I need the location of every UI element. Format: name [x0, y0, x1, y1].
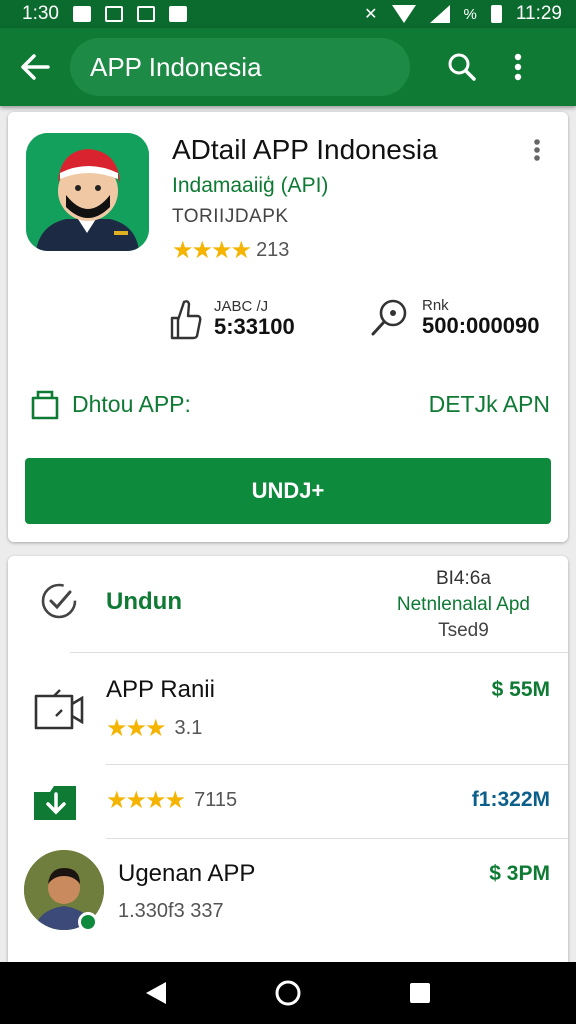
list-title: Undun	[106, 588, 182, 615]
item-size: f1:322M	[471, 788, 550, 811]
app-notification-icon	[136, 6, 155, 22]
gallery-notification-icon	[104, 6, 123, 22]
triangle-back-icon	[146, 982, 166, 1004]
rating-count: 213	[256, 239, 290, 261]
magnifier-icon	[371, 299, 407, 336]
app-title: ADtail APP Indonesia	[172, 134, 438, 165]
nav-back-button[interactable]	[136, 973, 176, 1013]
thumbs-up-icon	[170, 300, 202, 340]
divider	[70, 652, 568, 653]
stat-rank: Rnk 500:000090	[370, 298, 539, 338]
detail-row: Dhtou APP: DETJk APN	[30, 388, 550, 420]
battery-percent: %	[463, 5, 477, 23]
item-rating: ★★★ 3.1	[106, 714, 202, 743]
app-info-label: Dhtou APP:	[72, 390, 191, 417]
stat-label: Rnk	[422, 297, 449, 314]
search-field[interactable]: APP Indonesia	[70, 38, 410, 96]
tablet-cast-icon	[34, 689, 84, 730]
nav-home-button[interactable]	[268, 973, 308, 1013]
nav-recents-button[interactable]	[400, 973, 440, 1013]
header-info-line1: BI4:6a	[435, 568, 491, 589]
app-logo	[26, 133, 149, 251]
stat-downloads: JABC /J 5:33100	[168, 298, 295, 340]
star-rating: ★★★★	[106, 787, 186, 814]
wifi-icon	[391, 5, 416, 23]
star-rating: ★★★★	[172, 237, 252, 264]
photo-notification-icon	[72, 6, 91, 22]
arrow-left-icon	[21, 54, 50, 80]
list-item[interactable]: Ugenan APP 1.330f3 337 $ 3PM	[8, 840, 568, 940]
shopping-bag-icon	[31, 390, 59, 420]
item-rating: 1.330f3 337	[118, 900, 224, 923]
stat-label: JABC /J	[214, 298, 269, 315]
status-left: 1:30	[22, 3, 187, 25]
status-time-left: 1:30	[22, 3, 59, 24]
square-recents-icon	[410, 983, 430, 1003]
more-vertical-icon	[514, 53, 522, 81]
person-avatar-icon	[26, 133, 149, 251]
app-overflow-button[interactable]	[533, 138, 541, 167]
list-header-info[interactable]: BI4:6a Netnlenalal Apd Tsed9	[397, 566, 530, 644]
search-query-text: APP Indonesia	[90, 51, 262, 82]
developer-link[interactable]: Indamaaiiģ (API)	[172, 174, 328, 198]
app-category: TORIIJDAPK	[172, 206, 289, 227]
details-link[interactable]: DETJk APN	[429, 391, 550, 418]
overflow-menu-button[interactable]	[490, 28, 546, 106]
more-vertical-icon	[534, 139, 540, 161]
app-detail-card: ADtail APP Indonesia Indamaaiiģ (API) TO…	[8, 112, 568, 542]
item-rating-text: 7115	[194, 789, 238, 811]
item-rating: ★★★★ 7115	[106, 786, 237, 815]
install-button[interactable]: UNDJ+	[25, 458, 551, 524]
app-info-link[interactable]: Dhtou APP:	[30, 388, 191, 420]
back-button[interactable]	[0, 28, 70, 106]
item-size: $ 55M	[491, 678, 550, 701]
header-info-line3: Tsed9	[438, 620, 489, 641]
item-name: APP Ranii	[106, 676, 215, 703]
stat-value: 5:33100	[214, 314, 295, 339]
list-header: Undun BI4:6a Netnlenalal Apd Tsed9	[8, 556, 568, 652]
cell-signal-icon	[429, 5, 450, 23]
search-icon	[448, 53, 476, 81]
bus-notification-icon	[168, 6, 187, 22]
divider	[106, 838, 568, 839]
battery-icon	[490, 5, 502, 23]
list-item[interactable]: APP Ranii ★★★ 3.1 $ 55M	[8, 656, 568, 764]
item-rating-text: 3.1	[174, 717, 203, 739]
circle-home-icon	[275, 980, 301, 1006]
bluetooth-mute-icon: ✕	[364, 6, 378, 23]
item-size: $ 3PM	[489, 862, 550, 885]
app-bar: APP Indonesia	[0, 28, 576, 106]
rating-row: ★★★★ 213	[172, 236, 289, 265]
install-button-label: UNDJ+	[251, 478, 325, 503]
status-time-right: 11:29	[515, 3, 562, 24]
navigation-bar	[0, 962, 576, 1024]
status-bar: 1:30 ✕ % 11:29	[0, 0, 576, 28]
status-right: ✕ % 11:29	[364, 3, 562, 25]
download-folder-icon	[34, 786, 76, 820]
item-rating-text: 1.330f3 337	[118, 900, 224, 922]
stat-value: 500:000090	[422, 313, 540, 338]
list-item[interactable]: ★★★★ 7115 f1:322M	[8, 766, 568, 838]
header-info-line2: Netnlenalal Apd	[396, 594, 530, 615]
related-apps-card: Undun BI4:6a Netnlenalal Apd Tsed9 APP R…	[8, 556, 568, 976]
star-rating: ★★★	[106, 715, 167, 742]
verified-check-icon	[41, 583, 77, 619]
divider	[106, 764, 568, 765]
item-name: Ugenan APP	[118, 860, 256, 887]
search-button[interactable]	[434, 28, 490, 106]
